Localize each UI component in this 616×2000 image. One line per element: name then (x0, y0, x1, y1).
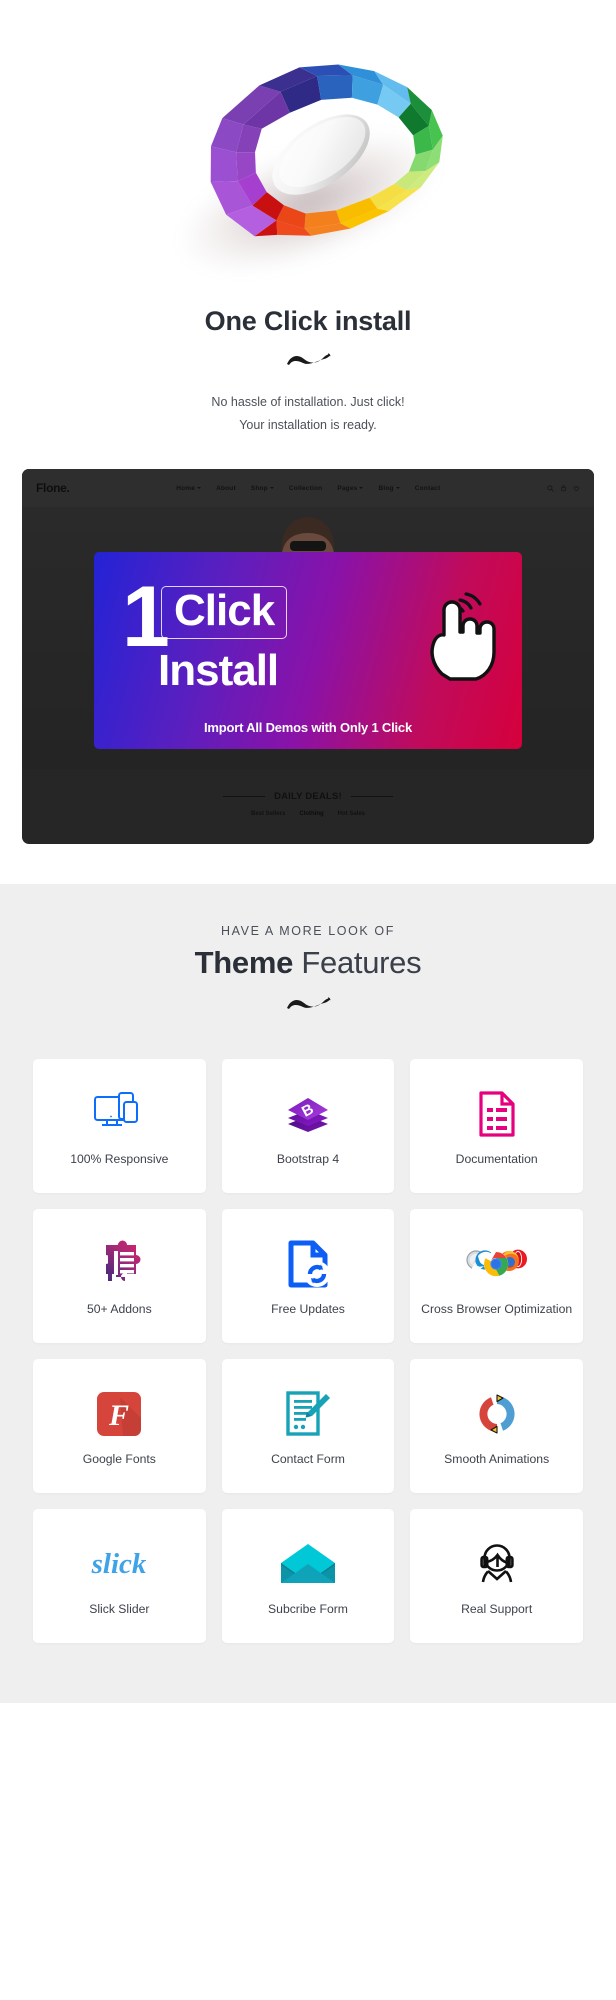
feature-card-label: Documentation (455, 1152, 538, 1167)
feature-card-label: Subcribe Form (268, 1602, 348, 1617)
mockup-nav-item-pages[interactable]: Pages (337, 484, 364, 492)
deals-rule-left (223, 796, 266, 798)
svg-text:F: F (108, 1399, 129, 1432)
feature-card-bootstrap[interactable]: B Bootstrap 4 (221, 1059, 395, 1194)
features-grid: 100% Responsive B Bootstrap 4 Documentat… (0, 1035, 616, 1644)
theme-features-section: HAVE A MORE LOOK OF Theme Features 100% (0, 884, 616, 1704)
feature-card-addons[interactable]: 50+ Addons (33, 1209, 206, 1344)
banner-subtitle: Import All Demos with Only 1 Click (204, 720, 412, 736)
google-fonts-icon: F (96, 1383, 142, 1445)
cart-icon[interactable] (560, 485, 567, 492)
contact-form-icon (285, 1383, 331, 1445)
one-click-install-section: One Click install No hassle of installat… (0, 0, 616, 885)
deals-tab-clothing[interactable]: Clothing (299, 811, 323, 817)
mockup-nav-item-collection[interactable]: Collection (289, 485, 322, 492)
3d-color-wheel-torus-icon (126, 0, 492, 290)
feature-card-free-updates[interactable]: Free Updates (221, 1209, 395, 1344)
feature-card-subscribe-form[interactable]: Subcribe Form (221, 1509, 395, 1644)
feature-card-real-support[interactable]: Real Support (410, 1509, 583, 1644)
site-mockup: Flone. Home About Shop Collection Pages … (22, 469, 594, 845)
nav-label: Blog (378, 484, 394, 492)
nav-label: Collection (288, 484, 323, 492)
deals-tab-best-sellers[interactable]: Best Sellers (251, 811, 285, 817)
install-subtitle: No hassle of installation. Just click! Y… (0, 391, 616, 437)
search-icon[interactable] (547, 485, 554, 492)
feature-card-label: Contact Form (271, 1452, 345, 1467)
feature-card-google-fonts[interactable]: F Google Fonts (33, 1359, 206, 1494)
deals-title: DAILY DEALS! (274, 791, 342, 803)
slick-logo-icon: slick (79, 1533, 159, 1595)
file-refresh-icon (287, 1233, 329, 1295)
nav-label: Contact (414, 484, 441, 492)
swirl-ornament-icon (0, 351, 616, 373)
mockup-nav: Home About Shop Collection Pages Blog Co… (176, 485, 440, 492)
install-subtitle-line1: No hassle of installation. Just click! (211, 395, 405, 409)
feature-card-label: Bootstrap 4 (276, 1152, 340, 1167)
deals-rule-right (350, 796, 393, 798)
nav-label: Shop (250, 484, 268, 492)
feature-card-documentation[interactable]: Documentation (410, 1059, 583, 1194)
features-title-light: Features (293, 945, 422, 981)
svg-text:slick: slick (91, 1548, 147, 1580)
mockup-logo[interactable]: Flone. (36, 481, 70, 495)
feature-card-label: 50+ Addons (86, 1302, 152, 1317)
features-eyebrow: HAVE A MORE LOOK OF (221, 924, 395, 939)
feature-card-label: Free Updates (271, 1302, 345, 1317)
nav-label: Home (176, 484, 196, 492)
puzzle-addons-icon (94, 1233, 144, 1295)
feature-card-smooth-animations[interactable]: Smooth Animations (410, 1359, 583, 1494)
mockup-nav-item-home[interactable]: Home (176, 484, 202, 492)
hero-image-wrap (0, 0, 616, 300)
nav-label: Pages (337, 484, 358, 492)
mockup-daily-deals: DAILY DEALS! Best Sellers Clothing Hot S… (22, 791, 594, 817)
mockup-nav-item-about[interactable]: About (216, 485, 236, 492)
envelope-icon (280, 1533, 336, 1595)
chevron-down-icon (197, 487, 202, 490)
hand-pointer-click-icon (430, 592, 496, 681)
mockup-nav-item-contact[interactable]: Contact (415, 485, 441, 492)
features-title-bold: Theme (194, 945, 294, 981)
wishlist-heart-icon[interactable] (573, 485, 580, 492)
nav-label: About (216, 484, 236, 492)
chevron-down-icon (395, 487, 400, 490)
mockup-header: Flone. Home About Shop Collection Pages … (22, 469, 594, 508)
documentation-file-icon (477, 1083, 517, 1145)
install-subtitle-line2: Your installation is ready. (239, 418, 377, 433)
feature-card-label: 100% Responsive (70, 1152, 169, 1167)
responsive-devices-icon (93, 1083, 145, 1145)
mockup-nav-item-blog[interactable]: Blog (378, 484, 400, 492)
chevron-down-icon (269, 487, 274, 490)
feature-card-label: Slick Slider (89, 1602, 150, 1617)
bootstrap-logo-icon: B (284, 1083, 332, 1145)
site-mockup-wrap: Flone. Home About Shop Collection Pages … (0, 437, 616, 845)
feature-card-responsive[interactable]: 100% Responsive (33, 1059, 206, 1194)
chevron-down-icon (359, 487, 364, 490)
deals-tab-hot-sales[interactable]: Hot Sales (338, 811, 365, 817)
banner-click-box: Click (161, 586, 288, 640)
feature-card-label: Cross Browser Optimization (421, 1302, 573, 1317)
feature-card-label: Smooth Animations (444, 1452, 550, 1467)
feature-card-slick-slider[interactable]: slick Slick Slider (33, 1509, 206, 1644)
feature-card-label: Google Fonts (82, 1452, 156, 1467)
circular-arrows-icon (474, 1383, 520, 1445)
banner-click-word: Click (174, 586, 275, 636)
feature-card-label: Real Support (461, 1602, 533, 1617)
one-click-install-banner[interactable]: 1 Click Install Import All Demos with On… (94, 552, 522, 750)
mockup-nav-item-shop[interactable]: Shop (251, 485, 274, 492)
feature-card-cross-browser[interactable]: Cross Browser Optimization (410, 1209, 583, 1344)
banner-install-word: Install (158, 646, 279, 696)
mockup-header-icons (547, 485, 580, 492)
swirl-ornament-icon (0, 995, 616, 1017)
browsers-icon (466, 1233, 528, 1295)
features-title: Theme Features (0, 945, 616, 981)
feature-card-contact-form[interactable]: Contact Form (221, 1359, 395, 1494)
support-agent-icon (474, 1533, 520, 1595)
install-title: One Click install (204, 306, 412, 336)
